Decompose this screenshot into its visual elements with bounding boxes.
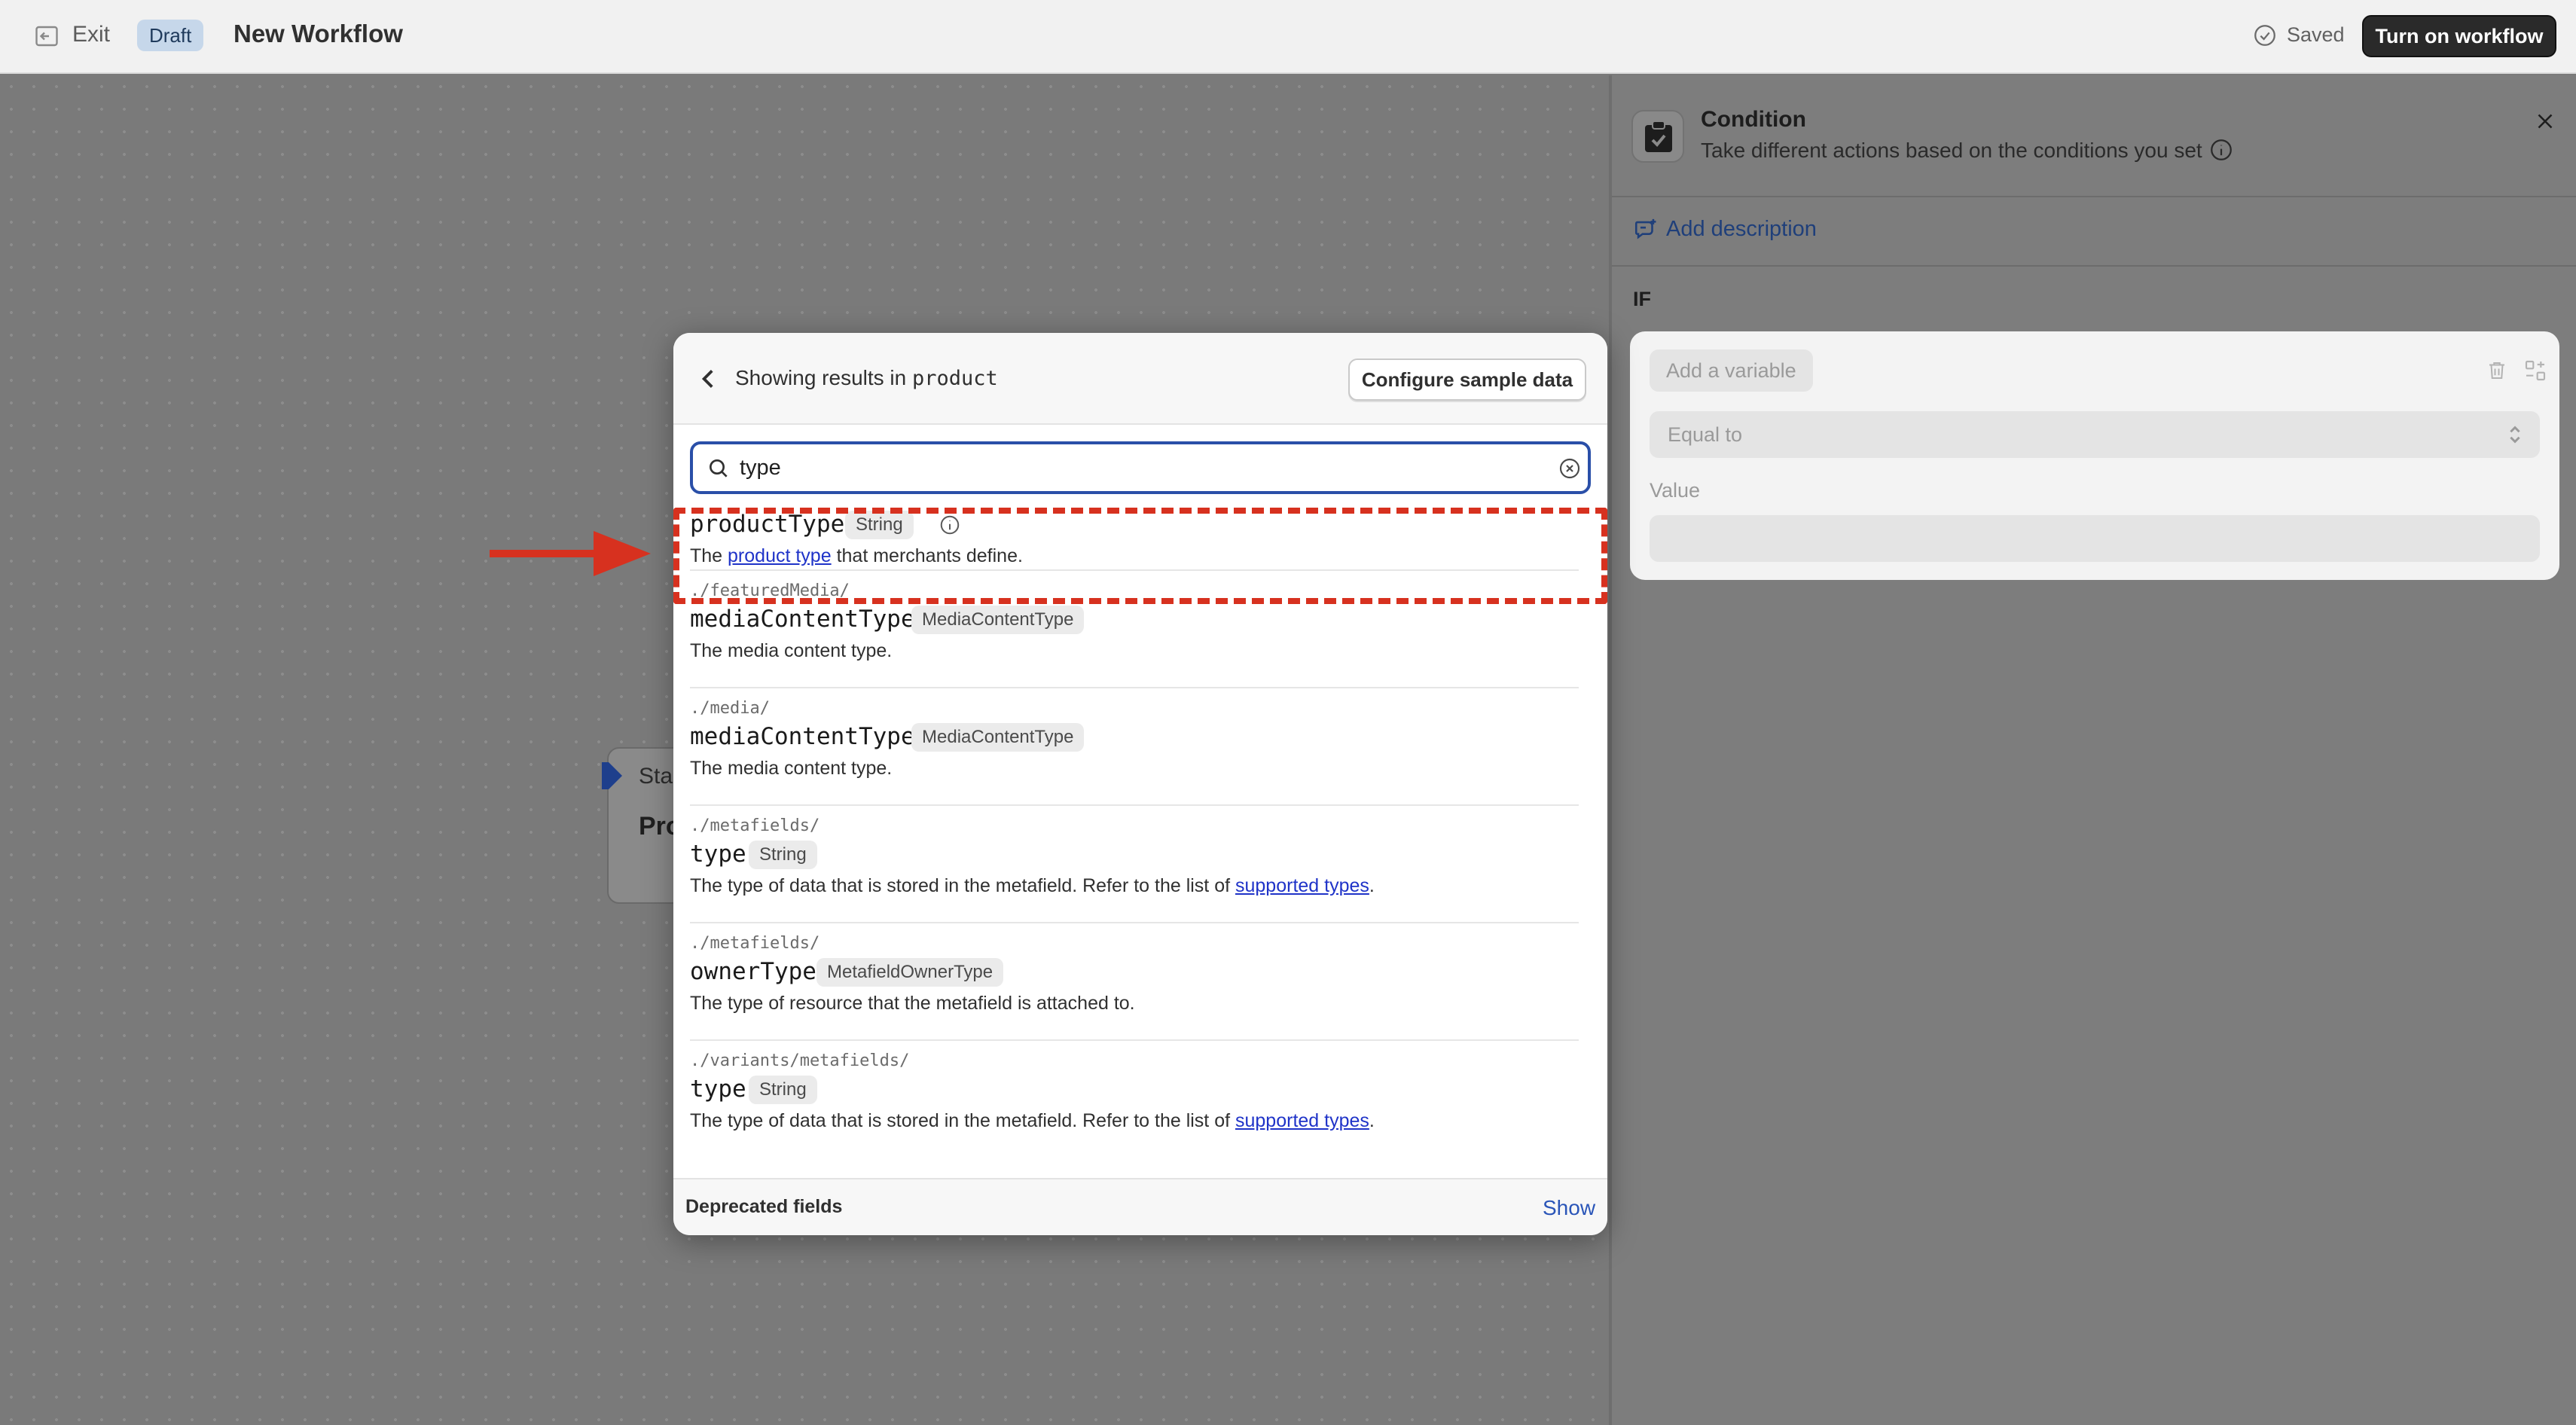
deprecated-fields-label: Deprecated fields (685, 1196, 843, 1217)
field-path: ./metafields/ (690, 934, 820, 953)
trigger-icon (602, 762, 622, 789)
scope-name: product (912, 367, 998, 390)
value-label: Value (1650, 479, 1701, 502)
field-name: type (690, 841, 746, 868)
clipboard-check-icon (1645, 121, 1672, 152)
list-item[interactable]: ./media/ mediaContentType MediaContentTy… (690, 688, 1579, 806)
condition-panel: Condition Take different actions based o… (1609, 75, 2576, 1425)
if-label: IF (1633, 288, 1651, 310)
operator-select[interactable]: Equal to (1650, 411, 2540, 458)
variable-picker: Showing results in product Configure sam… (673, 333, 1607, 1235)
field-description: The type of data that is stored in the m… (690, 1110, 1375, 1131)
clear-icon[interactable] (1558, 456, 1582, 481)
search-icon (710, 459, 728, 478)
add-description-link[interactable]: Add description (1666, 217, 1817, 242)
condition-icon-box (1631, 110, 1684, 163)
picker-header: Showing results in product Configure sam… (673, 333, 1607, 425)
operator-value: Equal to (1668, 423, 1743, 446)
divider (1612, 265, 2576, 267)
type-badge: MetafieldOwnerType (816, 958, 1004, 987)
list-item[interactable]: ./variants/metafields/ type String The t… (690, 1041, 1579, 1152)
top-bar: Exit Draft New Workflow Saved Turn on wo… (0, 0, 2576, 74)
field-description: The type of resource that the metafield … (690, 993, 1135, 1014)
type-badge: String (749, 841, 817, 869)
list-item[interactable]: ./metafields/ ownerType MetafieldOwnerTy… (690, 923, 1579, 1041)
configure-sample-data-button[interactable]: Configure sample data (1348, 359, 1586, 401)
field-path: ./media/ (690, 699, 770, 718)
chevron-up-down-icon (2510, 426, 2520, 444)
picker-footer: Deprecated fields Show (673, 1178, 1607, 1235)
page-title[interactable]: New Workflow (233, 20, 403, 48)
docs-link[interactable]: supported types (1235, 1110, 1369, 1131)
saved-status: Saved (2287, 23, 2345, 46)
condition-card: Add a variable Equal to Value (1630, 331, 2559, 580)
highlight-box (673, 508, 1607, 604)
trash-icon[interactable] (2486, 359, 2508, 383)
turn-on-workflow-button[interactable]: Turn on workflow (2362, 15, 2556, 57)
value-input[interactable] (1650, 515, 2540, 562)
check-circle-icon (2254, 25, 2275, 46)
arrow-icon (490, 531, 651, 576)
field-description: The media content type. (690, 758, 893, 779)
list-item[interactable]: ./metafields/ type String The type of da… (690, 806, 1579, 923)
scope-prefix: Showing results in (735, 366, 913, 389)
show-deprecated-button[interactable]: Show (1543, 1196, 1595, 1220)
type-badge: MediaContentType (911, 606, 1085, 634)
status-badge: Draft (137, 20, 204, 51)
comment-add-icon (1634, 218, 1656, 240)
close-icon[interactable] (2532, 108, 2558, 134)
field-name: mediaContentType (690, 606, 915, 633)
results-scope-label: Showing results in product (735, 366, 998, 390)
type-badge: String (749, 1076, 817, 1104)
field-description: The media content type. (690, 640, 893, 661)
type-badge: MediaContentType (911, 723, 1085, 752)
field-name: mediaContentType (690, 723, 915, 750)
divider (1612, 196, 2576, 197)
panel-title: Condition (1701, 107, 1806, 132)
node-label: Sta (639, 764, 673, 789)
condition-group-icon[interactable] (2523, 359, 2547, 383)
exit-icon[interactable] (33, 23, 60, 50)
field-path: ./metafields/ (690, 816, 820, 835)
info-icon[interactable] (2208, 137, 2234, 163)
field-path: ./variants/metafields/ (690, 1051, 910, 1070)
panel-description: Take different actions based on the cond… (1701, 139, 2202, 162)
field-description: The type of data that is stored in the m… (690, 875, 1375, 896)
search-input[interactable] (740, 450, 1523, 485)
search-box[interactable] (690, 441, 1591, 494)
field-name: ownerType (690, 958, 816, 985)
field-name: type (690, 1076, 746, 1103)
add-variable-button[interactable]: Add a variable (1650, 349, 1813, 392)
chevron-left-icon[interactable] (697, 366, 720, 392)
docs-link[interactable]: supported types (1235, 875, 1369, 896)
exit-button[interactable]: Exit (72, 22, 110, 47)
